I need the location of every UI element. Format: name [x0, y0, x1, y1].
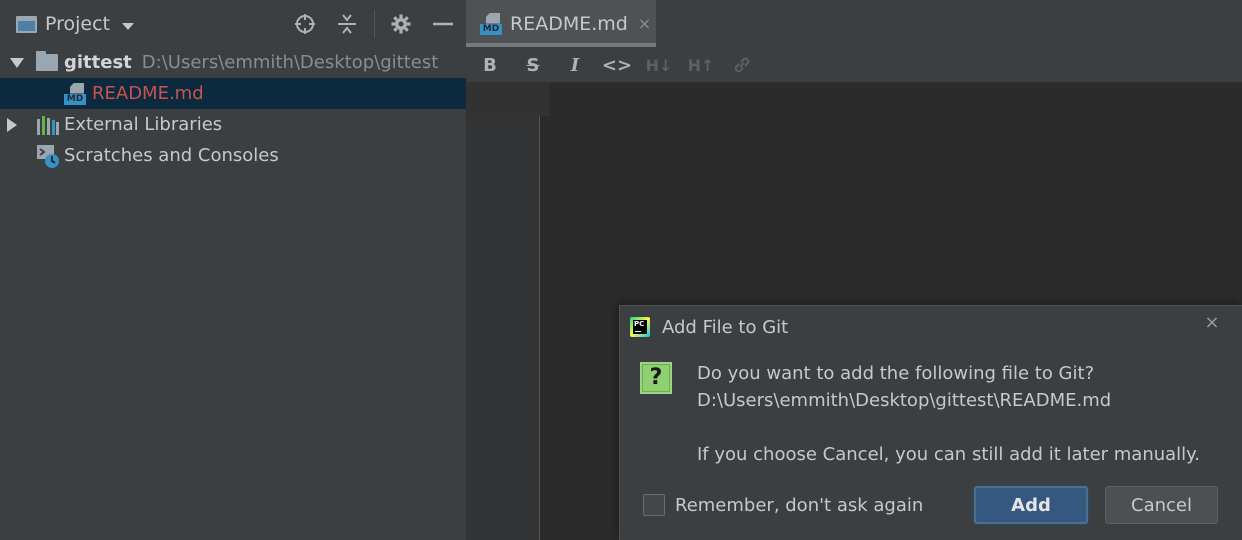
question-icon: ?: [640, 362, 672, 394]
tree-item-gittest[interactable]: gittest D:\Users\emmith\Desktop\gittest: [0, 47, 466, 78]
dialog-title: Add File to Git: [662, 316, 789, 338]
readme-file-label: README.md: [92, 83, 204, 104]
library-icon: [37, 115, 59, 135]
close-icon[interactable]: ×: [638, 14, 651, 33]
dialog-title-bar: PC Add File to Git: [630, 316, 788, 338]
project-view-selector[interactable]: Project: [16, 11, 135, 37]
code-button[interactable]: <>: [602, 53, 632, 77]
dialog-message-question: Do you want to add the following file to…: [697, 363, 1095, 384]
gear-icon[interactable]: [390, 13, 412, 35]
folder-icon: [36, 51, 58, 71]
link-icon[interactable]: [731, 53, 753, 77]
expand-arrow-icon[interactable]: [10, 57, 24, 68]
tab-readme[interactable]: MD README.md ×: [466, 0, 656, 47]
minimize-icon[interactable]: [432, 13, 454, 35]
project-panel-header: Project: [0, 0, 466, 47]
header-down-button[interactable]: H↓: [645, 53, 673, 77]
toolbar-separator: [374, 10, 375, 38]
pycharm-logo-icon: PC: [630, 317, 650, 337]
remember-checkbox[interactable]: [643, 494, 665, 516]
markdown-file-icon: MD: [64, 82, 88, 106]
project-window-icon: [16, 15, 37, 33]
add-file-to-git-dialog: PC Add File to Git × ? Do you want to ad…: [619, 305, 1242, 540]
strikethrough-button[interactable]: S: [521, 53, 545, 77]
scratches-label: Scratches and Consoles: [64, 145, 279, 166]
close-icon[interactable]: ×: [1203, 314, 1221, 332]
tree-item-readme[interactable]: MD README.md: [0, 78, 466, 109]
dialog-message-path: D:\Users\emmith\Desktop\gittest\README.m…: [697, 390, 1112, 411]
dialog-message-hint: If you choose Cancel, you can still add …: [697, 444, 1200, 465]
project-panel: Project gittest D:\Users\emmith\Desktop\…: [0, 0, 466, 540]
chevron-right-icon[interactable]: [7, 117, 17, 132]
project-title: Project: [45, 13, 111, 35]
remember-option[interactable]: Remember, don't ask again: [643, 494, 923, 516]
markdown-toolbar: B S I <> H↓ H↑: [466, 47, 1242, 83]
tree-item-external-libraries[interactable]: External Libraries: [0, 109, 466, 140]
tab-label: README.md: [510, 12, 628, 35]
crosshair-icon[interactable]: [294, 13, 316, 35]
editor-tab-bar: MD README.md ×: [466, 0, 1242, 47]
chevron-down-icon: [122, 22, 135, 30]
header-up-button[interactable]: H↑: [687, 53, 715, 77]
add-button[interactable]: Add: [974, 486, 1088, 524]
editor-gutter: [466, 83, 550, 540]
cancel-button[interactable]: Cancel: [1105, 486, 1218, 524]
remember-label[interactable]: Remember, don't ask again: [675, 495, 923, 516]
bold-button[interactable]: B: [478, 53, 502, 77]
scratches-icon: [37, 144, 59, 168]
collapse-all-icon[interactable]: [336, 13, 358, 35]
project-root-path: D:\Users\emmith\Desktop\gittest: [141, 52, 439, 73]
markdown-file-icon: MD: [480, 12, 504, 36]
italic-button[interactable]: I: [563, 53, 587, 77]
current-line-highlight: [466, 83, 550, 116]
external-libraries-label: External Libraries: [64, 114, 223, 135]
project-root-name: gittest: [64, 52, 132, 73]
tree-item-scratches[interactable]: Scratches and Consoles: [0, 140, 466, 171]
